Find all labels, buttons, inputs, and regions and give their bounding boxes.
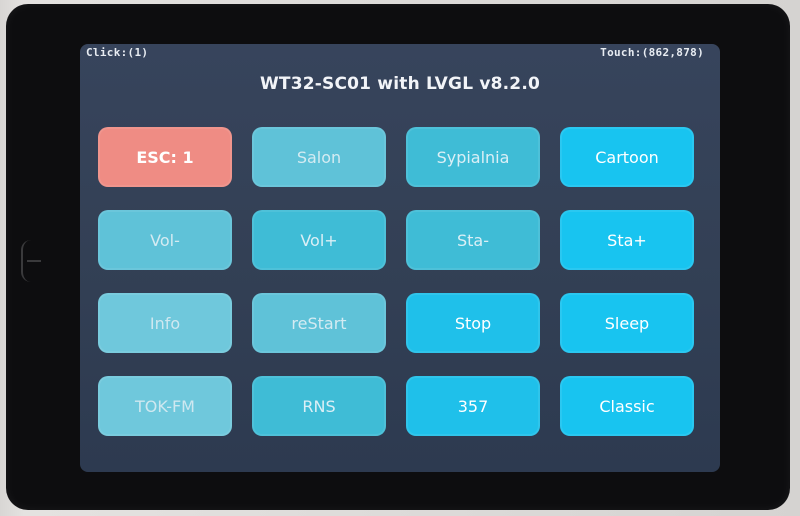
side-connector: [21, 240, 43, 282]
357-button[interactable]: 357: [406, 376, 540, 436]
esc-button[interactable]: ESC: 1: [98, 127, 232, 187]
lcd-screen: Click:(1) Touch:(862,878) WT32-SC01 with…: [80, 44, 720, 472]
vol-down-button[interactable]: Vol-: [98, 210, 232, 270]
device-enclosure: Click:(1) Touch:(862,878) WT32-SC01 with…: [0, 0, 800, 516]
touch-coordinates: Touch:(862,878): [600, 46, 704, 59]
salon-button[interactable]: Salon: [252, 127, 386, 187]
sleep-button[interactable]: Sleep: [560, 293, 694, 353]
rns-button[interactable]: RNS: [252, 376, 386, 436]
station-next-button[interactable]: Sta+: [560, 210, 694, 270]
sypialnia-button[interactable]: Sypialnia: [406, 127, 540, 187]
stop-button[interactable]: Stop: [406, 293, 540, 353]
cartoon-button[interactable]: Cartoon: [560, 127, 694, 187]
screen-title: WT32-SC01 with LVGL v8.2.0: [259, 74, 541, 94]
restart-button[interactable]: reStart: [252, 293, 386, 353]
vol-up-button[interactable]: Vol+: [252, 210, 386, 270]
click-counter: Click:(1): [86, 46, 149, 59]
info-button[interactable]: Info: [98, 293, 232, 353]
classic-button[interactable]: Classic: [560, 376, 694, 436]
button-grid: ESC: 1 Salon Sypialnia Cartoon Vol- Vol+…: [98, 127, 694, 436]
station-prev-button[interactable]: Sta-: [406, 210, 540, 270]
tok-fm-button[interactable]: TOK-FM: [98, 376, 232, 436]
